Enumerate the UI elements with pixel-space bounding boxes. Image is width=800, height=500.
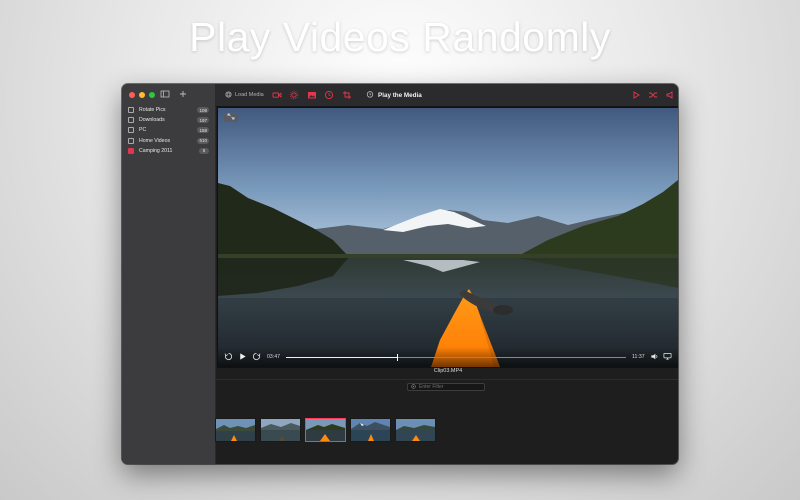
playlist-checkbox[interactable] — [128, 147, 134, 154]
playlist-checkbox[interactable] — [128, 137, 134, 144]
divider — [216, 379, 678, 380]
thumbnail[interactable] — [350, 418, 391, 442]
headline: Play Videos Randomly — [189, 14, 611, 60]
playlist-item[interactable]: Home Videos 610 — [122, 136, 215, 146]
playlist-label: Camping 2011 — [139, 147, 173, 154]
playlist-item[interactable]: Rotate Pics 108 — [122, 105, 215, 115]
timer-icon — [366, 90, 374, 100]
playlist-label: PC — [139, 127, 147, 134]
volume-icon[interactable] — [665, 90, 675, 100]
crop-icon[interactable] — [342, 90, 352, 100]
thumbnail[interactable] — [260, 418, 301, 442]
thumbnail[interactable] — [215, 418, 256, 442]
video-frame — [218, 108, 678, 367]
progress-knob[interactable] — [396, 354, 399, 361]
zoom-window-button[interactable] — [149, 92, 155, 98]
playlist-checkbox[interactable] — [128, 107, 134, 114]
playlist-label: Home Videos — [139, 137, 171, 144]
toolbar: Load Media Play the Media — [216, 84, 678, 107]
close-window-button[interactable] — [129, 92, 135, 98]
effects-icon[interactable] — [289, 90, 299, 100]
playlist-item[interactable]: Camping 2011 5 — [122, 146, 215, 156]
video-camera-icon[interactable] — [272, 90, 282, 100]
filter-icon — [411, 383, 416, 391]
traffic-lights — [129, 92, 155, 98]
thumbnail[interactable] — [395, 418, 436, 442]
sidebar: Rotate Pics 108 Downloads 197 PC 158 Hom… — [122, 84, 216, 464]
thumbnail-strip — [215, 418, 436, 442]
toolbar-title: Play the Media — [366, 90, 422, 100]
photo-library-icon[interactable] — [307, 90, 317, 100]
playlist-item[interactable]: PC 158 — [122, 125, 215, 135]
shuffle-icon[interactable] — [648, 90, 658, 100]
forward-icon[interactable] — [252, 352, 261, 365]
play-button[interactable] — [238, 352, 247, 365]
sidebar-toggle-icon[interactable] — [160, 89, 170, 99]
minimize-window-button[interactable] — [139, 92, 145, 98]
plus-icon[interactable] — [178, 89, 188, 99]
playlist-label: Downloads — [139, 117, 165, 124]
airplay-icon[interactable] — [663, 352, 672, 365]
app-window: Rotate Pics 108 Downloads 197 PC 158 Hom… — [122, 84, 678, 464]
current-filename: Clip03.MP4 — [433, 368, 463, 374]
load-media-label: Load Media — [235, 92, 264, 98]
playback-controls: 03:47 11:37 — [218, 347, 678, 367]
playlist-checkbox[interactable] — [128, 117, 134, 124]
total-time: 11:37 — [632, 354, 645, 360]
rewind-icon[interactable] — [224, 352, 233, 365]
playlist-count-badge: 158 — [197, 127, 209, 134]
play-icon[interactable] — [631, 90, 641, 100]
playlist-checkbox[interactable] — [128, 127, 134, 134]
playlist-item[interactable]: Downloads 197 — [122, 115, 215, 125]
playlist-count-badge: 610 — [197, 137, 209, 144]
current-time: 03:47 — [267, 354, 280, 360]
progress-fill — [286, 357, 397, 359]
playlist-label: Rotate Pics — [139, 107, 166, 114]
expand-icon[interactable] — [224, 113, 238, 122]
video-player[interactable]: 03:47 11:37 — [217, 107, 678, 368]
playlist-count-badge: 108 — [197, 107, 209, 114]
playlist-list: Rotate Pics 108 Downloads 197 PC 158 Hom… — [122, 105, 215, 156]
clock-icon[interactable] — [324, 90, 334, 100]
load-media-icon — [225, 90, 232, 100]
progress-track[interactable] — [286, 354, 626, 361]
filter-input[interactable] — [419, 383, 479, 391]
speaker-icon[interactable] — [650, 352, 659, 365]
playlist-count-badge: 197 — [197, 117, 209, 124]
toolbar-title-text: Play the Media — [378, 91, 422, 99]
load-media-button[interactable]: Load Media — [225, 90, 264, 100]
thumbnail-selected[interactable] — [305, 418, 346, 442]
filter-field[interactable] — [407, 383, 485, 391]
playlist-count-badge: 5 — [199, 147, 209, 154]
